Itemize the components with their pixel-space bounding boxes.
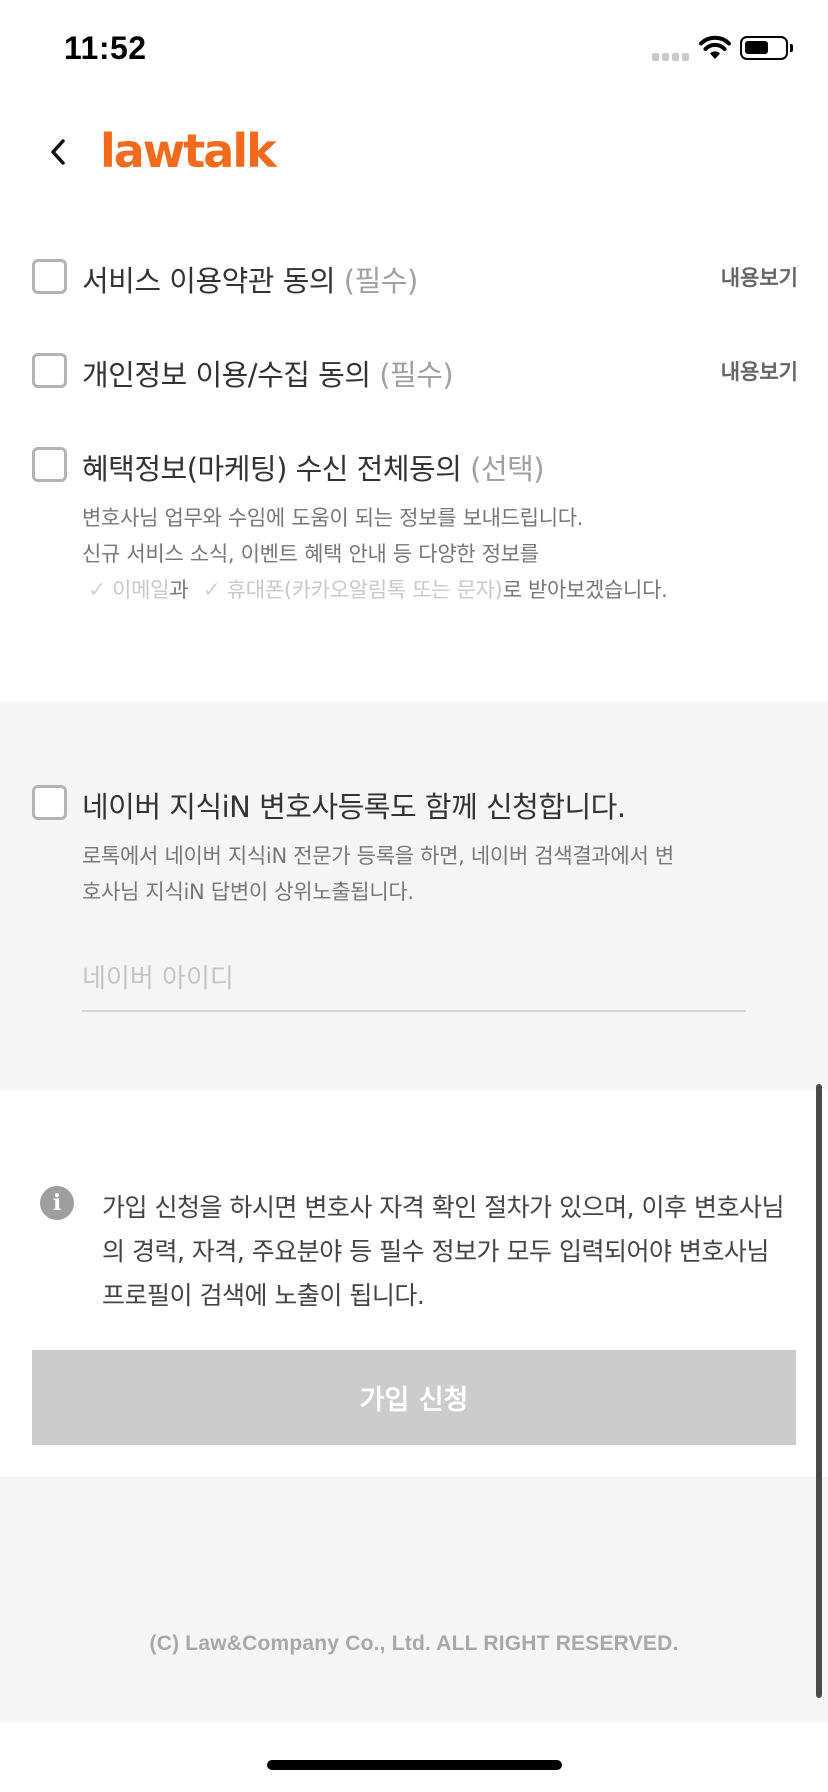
naver-description: 로톡에서 네이버 지식iN 전문가 등록을 하면, 네이버 검색결과에서 변 호… xyxy=(82,838,674,910)
footer: (C) Law&Company Co., Ltd. ALL RIGHT RESE… xyxy=(0,1477,828,1722)
scrollbar[interactable] xyxy=(816,1084,822,1698)
marketing-label: 혜택정보(마케팅) 수신 전체동의 (선택) xyxy=(82,452,545,486)
naver-checkbox[interactable] xyxy=(32,785,67,820)
lawtalk-logo: lawtalk xyxy=(100,124,277,178)
email-option-label: 이메일 xyxy=(112,578,170,602)
marketing-description: 변호사님 업무와 수임에 도움이 되는 정보를 보내드립니다. 신규 서비스 소… xyxy=(82,500,668,609)
marketing-channel-options: ✓ 이메일과 ✓ 휴대폰(카카오알림톡 또는 문자)로 받아보겠습니다. xyxy=(82,572,668,609)
battery-icon xyxy=(740,36,788,60)
home-indicator[interactable] xyxy=(267,1760,562,1770)
privacy-agreement-row[interactable]: 개인정보 이용/수집 동의 (필수) 내용보기 xyxy=(32,346,798,396)
naver-label: 네이버 지식iN 변호사등록도 함께 신청합니다. xyxy=(82,790,626,824)
marketing-agreement-row[interactable]: 혜택정보(마케팅) 수신 전체동의 (선택) xyxy=(32,440,798,490)
cellular-signal-icon xyxy=(652,53,692,61)
terms-label: 서비스 이용약관 동의 (필수) xyxy=(82,264,419,298)
privacy-label: 개인정보 이용/수집 동의 (필수) xyxy=(82,358,454,392)
signup-notice: 가입 신청을 하시면 변호사 자격 확인 절차가 있으며, 이후 변호사님의 경… xyxy=(102,1193,784,1310)
wifi-icon xyxy=(698,34,732,64)
naver-registration-row[interactable]: 네이버 지식iN 변호사등록도 함께 신청합니다. xyxy=(32,778,798,828)
terms-checkbox[interactable] xyxy=(32,259,67,294)
marketing-desc-line2: 신규 서비스 소식, 이벤트 혜택 안내 등 다양한 정보를 xyxy=(82,542,539,566)
connector-text: 과 xyxy=(169,578,189,602)
marketing-desc-line1: 변호사님 업무와 수임에 도움이 되는 정보를 보내드립니다. xyxy=(82,506,584,530)
check-icon: ✓ xyxy=(202,578,221,603)
check-icon: ✓ xyxy=(88,578,107,603)
chevron-left-icon xyxy=(51,139,65,165)
suffix-text: 로 받아보겠습니다. xyxy=(502,578,668,602)
naver-desc-line2: 호사님 지식iN 답변이 상위노출됩니다. xyxy=(82,880,414,904)
privacy-checkbox[interactable] xyxy=(32,353,67,388)
copyright-text: (C) Law&Company Co., Ltd. ALL RIGHT RESE… xyxy=(149,1632,679,1655)
naver-id-input[interactable] xyxy=(82,942,746,1010)
required-tag: (필수) xyxy=(343,264,419,298)
naver-id-field[interactable] xyxy=(82,942,746,1012)
signup-submit-button[interactable]: 가입 신청 xyxy=(32,1350,796,1445)
back-button[interactable] xyxy=(38,130,78,174)
email-option[interactable]: ✓ 이메일 xyxy=(88,578,170,603)
battery-tip xyxy=(790,44,793,52)
header: lawtalk xyxy=(0,110,828,190)
privacy-view-link[interactable]: 내용보기 xyxy=(721,356,798,386)
info-icon: i xyxy=(40,1186,74,1220)
terms-view-link[interactable]: 내용보기 xyxy=(721,262,798,292)
marketing-checkbox[interactable] xyxy=(32,447,67,482)
status-bar: 11:52 xyxy=(0,0,828,100)
phone-option-label: 휴대폰(카카오알림톡 또는 문자) xyxy=(226,578,503,602)
phone-option[interactable]: ✓ 휴대폰(카카오알림톡 또는 문자) xyxy=(202,578,503,603)
required-tag: (필수) xyxy=(379,358,454,392)
optional-tag: (선택) xyxy=(470,452,545,486)
status-time: 11:52 xyxy=(64,30,147,66)
naver-desc-line1: 로톡에서 네이버 지식iN 전문가 등록을 하면, 네이버 검색결과에서 변 xyxy=(82,844,674,868)
terms-agreement-row[interactable]: 서비스 이용약관 동의 (필수) 내용보기 xyxy=(32,252,798,302)
